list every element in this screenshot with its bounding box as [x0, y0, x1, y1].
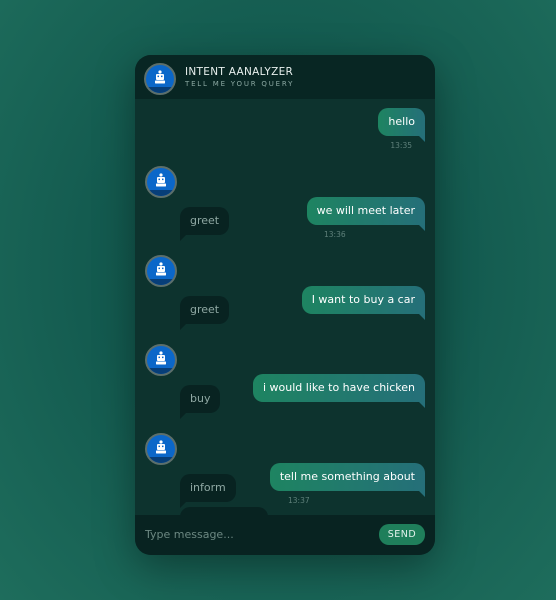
- robot-icon: [155, 70, 165, 84]
- bot-message: buy: [180, 385, 221, 419]
- bot-avatar: [145, 344, 177, 376]
- chat-title: INTENT AANALYZER: [185, 66, 294, 78]
- user-message: I want to buy a car: [301, 286, 426, 320]
- avatar-base: [147, 368, 175, 374]
- bot-avatar: [145, 166, 177, 198]
- chat-subtitle: TELL ME YOUR QUERY: [185, 80, 295, 88]
- user-message: hello: [378, 108, 425, 142]
- robot-icon: [156, 173, 166, 187]
- robot-icon: [156, 440, 166, 454]
- composer-bar: SEND: [135, 515, 435, 555]
- robot-icon: [156, 262, 166, 276]
- user-message: i would like to have chicken: [252, 374, 426, 408]
- message-timestamp: 13:37: [288, 496, 310, 505]
- message-timestamp: 13:36: [324, 230, 346, 239]
- chat-header: INTENT AANALYZER TELL ME YOUR QUERY: [135, 55, 435, 99]
- bot-message-partial: [180, 507, 268, 515]
- bot-avatar: [145, 433, 177, 465]
- message-list[interactable]: hello 13:35 greet we will meet later 13:…: [135, 99, 435, 515]
- message-timestamp: 13:35: [390, 141, 412, 150]
- avatar-base: [147, 190, 175, 196]
- user-message: tell me something about: [269, 463, 426, 497]
- chat-window: INTENT AANALYZER TELL ME YOUR QUERY hell…: [135, 55, 435, 555]
- bot-avatar: [144, 63, 176, 95]
- user-message: we will meet later: [306, 197, 426, 231]
- avatar-base: [146, 87, 174, 93]
- message-input[interactable]: [145, 521, 365, 547]
- bot-avatar: [145, 255, 177, 287]
- bot-message: greet: [180, 296, 230, 330]
- send-button[interactable]: SEND: [379, 524, 425, 545]
- avatar-base: [147, 279, 175, 285]
- bot-message: inform: [180, 474, 236, 508]
- avatar-base: [147, 457, 175, 463]
- robot-icon: [156, 351, 166, 365]
- bot-message: greet: [180, 207, 230, 241]
